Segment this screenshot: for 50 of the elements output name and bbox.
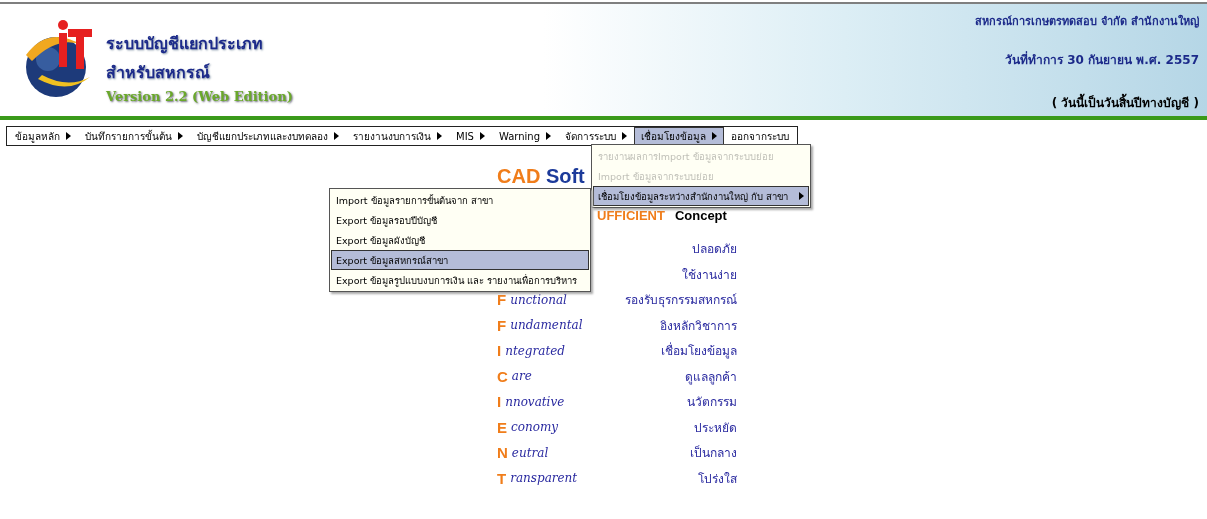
concept-word: nnovative	[505, 394, 565, 409]
app-subtitle: สำหรับสหกรณ์	[106, 61, 211, 84]
concept-meaning: ประหยัด	[694, 419, 737, 437]
concept-meaning: รองรับธุรกรรมสหกรณ์	[625, 292, 737, 310]
concept-word: conomy	[511, 420, 559, 435]
menu-item[interactable]: MIS	[449, 127, 492, 145]
brand-name: CAD Soft	[497, 167, 585, 185]
concept-word: undamental	[510, 318, 583, 333]
concept-meaning: ดูแลลูกค้า	[685, 368, 737, 386]
concept-meaning: ใช้งานง่าย	[682, 266, 737, 284]
concept-meaning: เชื่อมโยงข้อมูล	[661, 341, 737, 361]
concept-meaning: โปร่งใส	[698, 470, 737, 488]
app-title: ระบบบัญชีแยกประเภท	[106, 32, 264, 56]
menu-item[interactable]: Export ข้อมูลสหกรณ์สาขา	[331, 250, 589, 270]
year-end-note: ( วันนี้เป็นวันสิ้นปีทางบัญชี )	[1051, 93, 1199, 112]
menu-item[interactable]: รายงานงบการเงิน	[346, 127, 449, 145]
menu-item[interactable]: ข้อมูลหลัก	[8, 127, 78, 145]
initial-letter: N	[497, 444, 508, 462]
concept-word: are	[511, 369, 532, 384]
initial-letter: E	[497, 418, 507, 436]
concept-meaning: อิงหลักวิชาการ	[660, 317, 737, 335]
menu-item[interactable]: บันทึกรายการขั้นต้น	[78, 127, 190, 145]
initial-letter: F	[497, 291, 507, 309]
initial-letter: C	[497, 367, 508, 385]
initial-letter: I	[497, 393, 502, 411]
menu-item[interactable]: บัญชีแยกประเภทและงบทดลอง	[190, 127, 346, 145]
concept-label: Concept	[674, 208, 727, 223]
menu-item[interactable]: Export ข้อมูลรูปแบบงบการเงิน และ รายงานเพื่อการบริหาร	[331, 270, 589, 290]
menu-item[interactable]: จัดการระบบ	[558, 127, 635, 145]
menu-item[interactable]: เชื่อมโยงข้อมูล	[634, 127, 725, 145]
company-name: สหกรณ์การเกษตรทดสอบ จำกัด สำนักงานใหญ่	[975, 13, 1199, 30]
concept-subtitle: UFFICIENT	[597, 208, 665, 223]
initial-letter: T	[497, 469, 507, 487]
menu-item[interactable]: Export ข้อมูลผังบัญชี	[331, 230, 589, 250]
concept-meaning: นวัตกรรม	[687, 394, 737, 412]
initial-letter: I	[497, 342, 502, 360]
concept-meaning: เป็นกลาง	[690, 444, 737, 463]
concept-word: eutral	[511, 445, 549, 460]
menu-item[interactable]: Import ข้อมูลรายการขั้นต้นจาก สาขา	[331, 190, 589, 210]
menu-item[interactable]: Warning	[491, 127, 559, 145]
menu-item[interactable]: เชื่อมโยงข้อมูลระหว่างสำนักงานใหญ่ กับ สาขา	[593, 186, 809, 206]
version-label: Version 2.2 (Web Edition)	[106, 88, 293, 104]
concept-word: unctional	[510, 292, 567, 307]
work-date: วันที่ทำการ 30 กันยายน พ.ศ. 2557	[1005, 50, 1199, 69]
menu-item[interactable]: ออกจากระบบ	[724, 127, 797, 145]
concept-word: ntegrated	[505, 343, 565, 358]
concept-word: ransparent	[510, 471, 578, 486]
concept-meaning: ปลอดภัย	[692, 241, 737, 259]
initial-letter: F	[497, 316, 507, 334]
menu-item[interactable]: Export ข้อมูลรอบปีบัญชี	[331, 210, 589, 230]
